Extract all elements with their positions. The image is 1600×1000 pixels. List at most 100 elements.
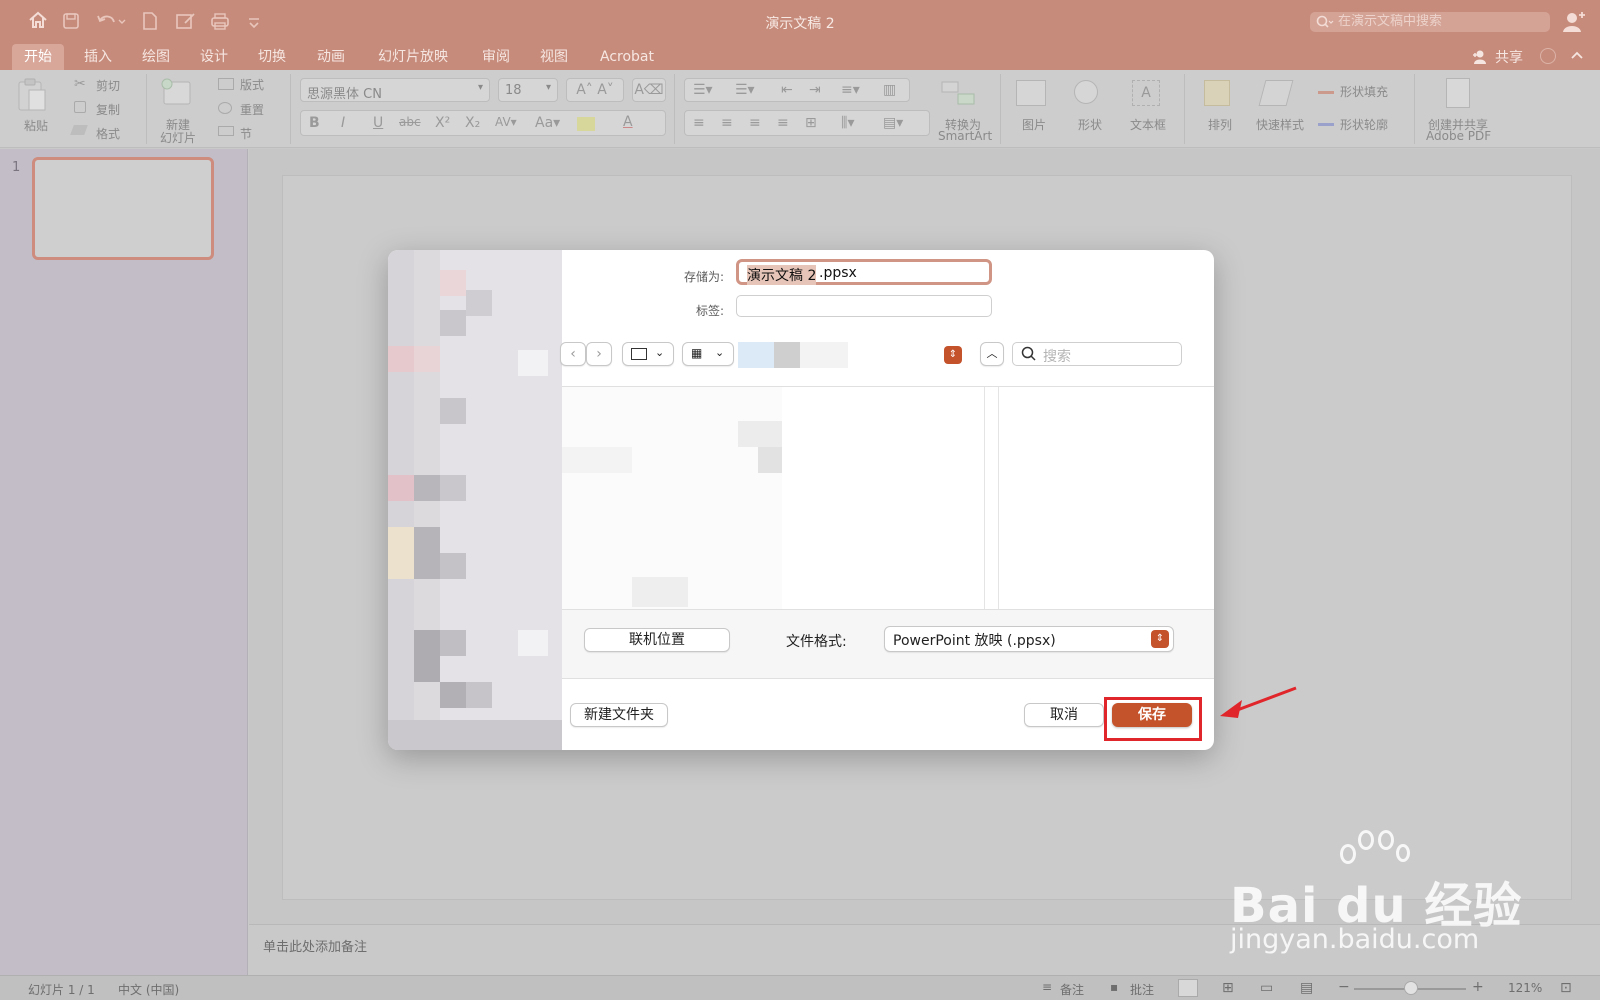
reset-icon[interactable] (218, 102, 232, 114)
watermark-url: jingyan.baidu.com (1230, 924, 1480, 955)
location-popup[interactable]: ⇕ (738, 342, 972, 368)
paste-icon[interactable] (16, 78, 48, 115)
zoom-slider-handle[interactable] (1404, 981, 1418, 995)
feedback-icon[interactable] (1540, 48, 1556, 64)
new-folder-button[interactable]: 新建文件夹 (570, 703, 668, 727)
file-format-dropdown[interactable]: PowerPoint 放映 (.ppsx) ⇕ (884, 626, 1174, 652)
forward-button[interactable]: › (586, 342, 612, 366)
slide-thumbnails-panel (0, 149, 248, 975)
tab-animations[interactable]: 动画 (305, 44, 357, 70)
save-button[interactable]: 保存 (1112, 703, 1192, 727)
shape-fill-button[interactable]: 形状填充 (1340, 83, 1388, 100)
zoom-in-icon[interactable]: + (1472, 979, 1484, 995)
line-spacing-icon[interactable]: ≡▾ (841, 82, 860, 98)
font-size-adjust-buttons[interactable]: A˄ A˅ (566, 78, 624, 102)
superscript-icon[interactable]: X² (435, 115, 450, 131)
font-size-dropdown[interactable]: 18 ▾ (498, 78, 558, 102)
group-view-button[interactable]: ▦ ⌄ (682, 342, 734, 366)
shape-outline-icon[interactable] (1318, 112, 1334, 126)
numbering-icon[interactable]: ☰▾ (735, 82, 755, 98)
tab-acrobat[interactable]: Acrobat (588, 44, 666, 70)
layout-icon[interactable] (218, 78, 234, 90)
distributed-icon[interactable]: ⊞ (805, 115, 817, 131)
zoom-out-icon[interactable]: − (1338, 979, 1350, 995)
section-button[interactable]: 节 (240, 125, 252, 142)
fit-to-window-icon[interactable]: ⊡ (1560, 980, 1572, 996)
quick-styles-icon[interactable] (1258, 80, 1294, 106)
arrange-icon[interactable] (1204, 80, 1230, 106)
italic-icon[interactable]: I (341, 115, 345, 131)
highlight-icon[interactable] (577, 117, 595, 131)
account-icon[interactable] (1563, 11, 1585, 36)
reset-button[interactable]: 重置 (240, 101, 264, 118)
bullets-icon[interactable]: ☰▾ (693, 82, 713, 98)
align-center-icon[interactable]: ≡ (721, 115, 733, 131)
slide-thumbnail[interactable] (32, 157, 214, 260)
tab-draw[interactable]: 绘图 (130, 44, 182, 70)
increase-indent-icon[interactable]: ⇥ (809, 82, 821, 98)
align-right-icon[interactable]: ≡ (749, 115, 761, 131)
copy-button[interactable]: 复制 (96, 101, 120, 118)
underline-icon[interactable]: U (373, 115, 383, 131)
tab-design[interactable]: 设计 (188, 44, 240, 70)
chevron-down-icon: ⌄ (655, 346, 665, 359)
picture-icon[interactable] (1016, 80, 1046, 106)
ribbon-search-input[interactable]: 在演示文稿中搜索 (1310, 12, 1550, 32)
align-left-icon[interactable]: ≡ (693, 115, 705, 131)
section-icon[interactable] (218, 126, 234, 136)
annotation-arrow-icon (1218, 686, 1298, 725)
cancel-button[interactable]: 取消 (1024, 703, 1104, 727)
slideshow-icon[interactable]: ▤ (1300, 980, 1313, 996)
file-browser[interactable] (562, 387, 1214, 609)
tags-input[interactable] (736, 295, 992, 317)
tab-view[interactable]: 视图 (528, 44, 580, 70)
textbox-icon[interactable]: A (1132, 80, 1160, 106)
language-indicator[interactable]: 中文 (中国) (118, 981, 179, 998)
column-view-button[interactable]: ⌄ (622, 342, 674, 366)
expand-collapse-button[interactable]: ︿ (980, 342, 1004, 366)
tab-slideshow[interactable]: 幻灯片放映 (366, 44, 460, 70)
tab-insert[interactable]: 插入 (72, 44, 124, 70)
filename-input[interactable]: 演示文稿 2 .ppsx (736, 259, 992, 285)
online-locations-button[interactable]: 联机位置 (584, 628, 730, 652)
bold-icon[interactable]: B (309, 115, 320, 131)
font-name-dropdown[interactable]: 思源黑体 CN ▾ (300, 78, 490, 102)
format-painter-button[interactable]: 格式 (96, 125, 120, 142)
subscript-icon[interactable]: X₂ (465, 115, 480, 131)
slide-sorter-icon[interactable]: ⊞ (1222, 980, 1234, 996)
cut-icon[interactable]: ✂ (74, 76, 86, 92)
tab-transitions[interactable]: 切换 (246, 44, 298, 70)
copy-icon[interactable] (74, 101, 86, 113)
tab-review[interactable]: 审阅 (470, 44, 522, 70)
dialog-search-input[interactable]: 搜索 (1012, 342, 1182, 366)
collapse-ribbon-icon[interactable] (1570, 48, 1584, 65)
new-slide-icon[interactable] (160, 78, 196, 111)
notes-toggle[interactable]: 备注 (1060, 981, 1084, 998)
strikethrough-icon[interactable]: abc (399, 115, 421, 129)
normal-view-icon[interactable] (1178, 979, 1198, 997)
tab-home[interactable]: 开始 (12, 44, 64, 70)
smartart-icon[interactable] (940, 80, 976, 109)
shape-outline-button[interactable]: 形状轮廓 (1340, 116, 1388, 133)
cut-button[interactable]: 剪切 (96, 77, 120, 94)
shapes-icon[interactable] (1074, 80, 1098, 104)
align-text-icon[interactable]: ▤▾ (883, 115, 903, 131)
adobe-pdf-icon[interactable] (1446, 78, 1470, 108)
decrease-indent-icon[interactable]: ⇤ (781, 82, 793, 98)
text-direction-icon[interactable]: ⫼▾ (841, 115, 854, 131)
clear-formatting-icon[interactable]: A⌫ (632, 78, 666, 102)
reading-view-icon[interactable]: ▭ (1260, 980, 1273, 996)
ribbon-tab-bar: 开始 插入 绘图 设计 切换 动画 幻灯片放映 审阅 视图 Acrobat (0, 44, 1600, 70)
columns-icon[interactable]: ▥ (883, 82, 896, 98)
format-painter-icon[interactable] (70, 125, 88, 135)
back-button[interactable]: ‹ (560, 342, 586, 366)
font-color-icon[interactable]: A (623, 114, 633, 130)
save-as-label: 存储为: (683, 270, 724, 284)
change-case-icon[interactable]: Aa▾ (535, 115, 560, 131)
comments-toggle[interactable]: 批注 (1130, 981, 1154, 998)
shape-fill-icon[interactable] (1318, 80, 1334, 94)
share-button[interactable]: 共享 (1495, 47, 1523, 67)
justify-icon[interactable]: ≡ (777, 115, 789, 131)
character-spacing-icon[interactable]: AV▾ (495, 115, 517, 129)
layout-button[interactable]: 版式 (240, 76, 264, 93)
